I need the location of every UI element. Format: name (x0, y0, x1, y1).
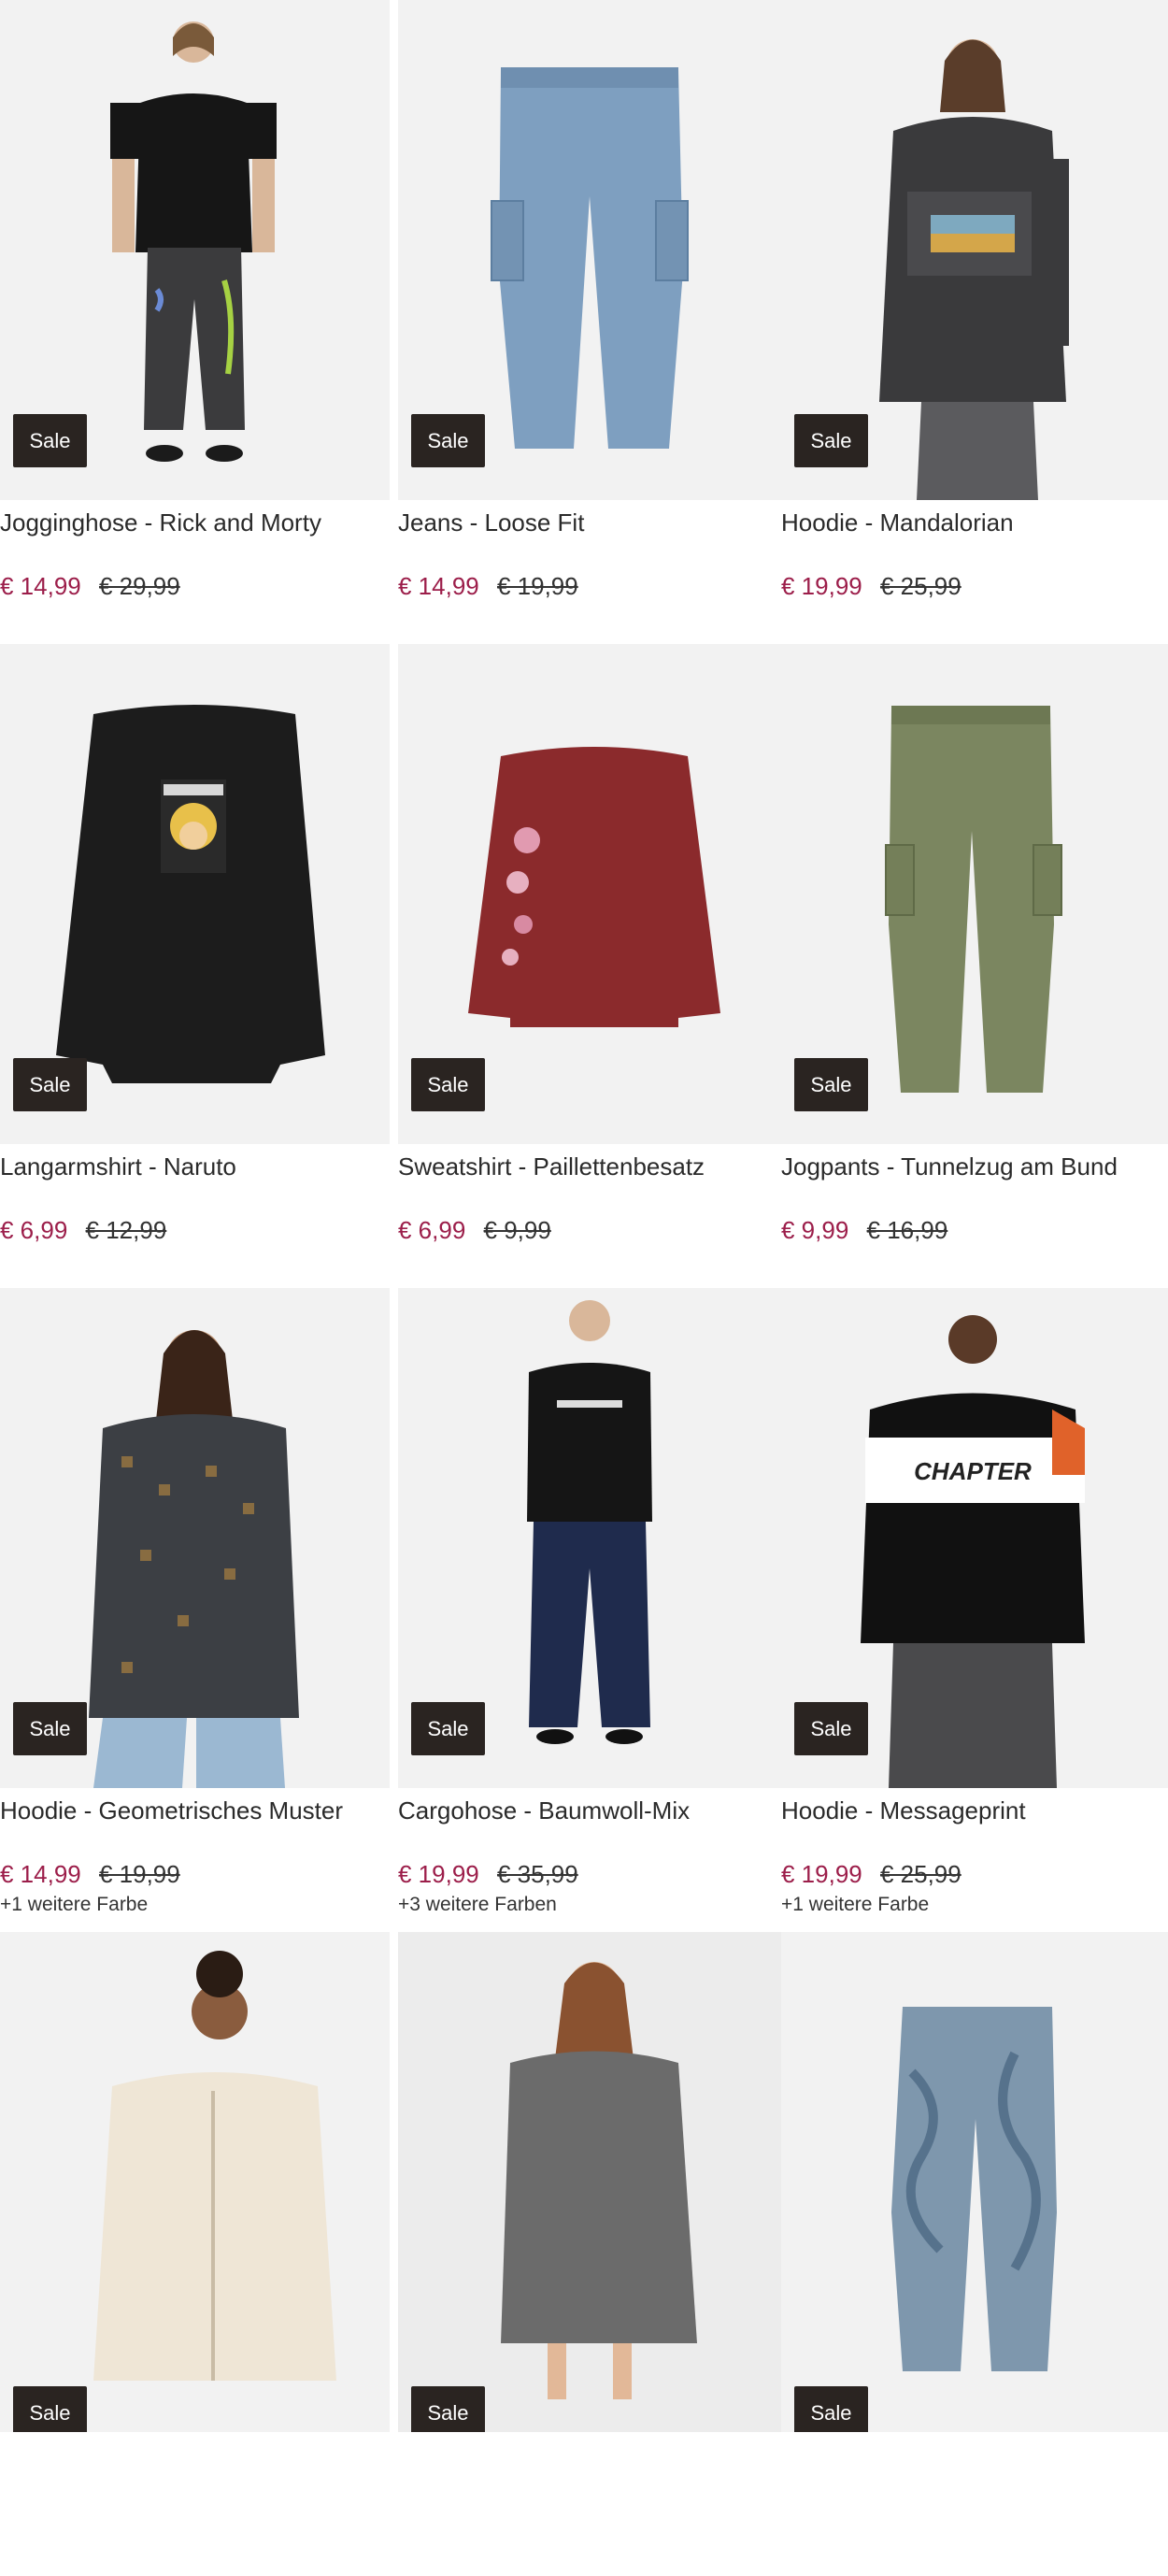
product-image[interactable]: Sale (781, 1932, 1168, 2432)
product-title[interactable]: Cargohose - Baumwoll-Mix (398, 1794, 781, 1827)
original-price: € 25,99 (879, 1860, 961, 1888)
product-card[interactable]: Sale (781, 1932, 1168, 2576)
product-image[interactable]: Sale (781, 0, 1168, 500)
product-card[interactable]: Sale Jogpants - Tunnelzug am Bund € 9,99… (781, 644, 1168, 1288)
sale-badge: Sale (411, 1702, 485, 1755)
original-price: € 25,99 (879, 572, 961, 600)
original-price: € 9,99 (483, 1216, 551, 1244)
product-image[interactable]: Sale (398, 644, 788, 1144)
more-colors[interactable]: +1 weitere Farbe (781, 1893, 1168, 1917)
product-image[interactable]: Sale (781, 644, 1168, 1144)
sale-price: € 14,99 (398, 572, 479, 600)
sale-badge: Sale (411, 2386, 485, 2432)
product-title[interactable]: Sweatshirt - Paillettenbesatz (398, 1150, 781, 1183)
sale-badge: Sale (794, 2386, 868, 2432)
more-colors[interactable]: +3 weitere Farben (398, 1893, 781, 1917)
product-card[interactable]: Sale Jeans - Loose Fit € 14,99 € 19,99 (390, 0, 788, 644)
product-image[interactable]: Sale (0, 1288, 390, 1788)
svg-text:CHAPTER: CHAPTER (914, 1457, 1032, 1485)
product-title[interactable]: Langarmshirt - Naruto (0, 1150, 390, 1183)
sale-price: € 19,99 (781, 1860, 862, 1888)
sale-badge: Sale (13, 414, 87, 467)
sale-price: € 6,99 (0, 1216, 68, 1244)
product-title[interactable]: Hoodie - Mandalorian (781, 506, 1168, 539)
more-colors[interactable]: +1 weitere Farbe (0, 1893, 390, 1917)
product-card[interactable]: Sale Hoodie - Mandalorian € 19,99 € 25,9… (781, 0, 1168, 644)
product-card[interactable]: Sale Langarmshirt - Naruto € 6,99 € 12,9… (0, 644, 390, 1288)
original-price: € 19,99 (98, 1860, 180, 1888)
product-image[interactable]: Sale (398, 1288, 788, 1788)
product-card[interactable]: Sale Hoodie - Geometrisches Muster € 14,… (0, 1288, 390, 1932)
product-image[interactable]: CHAPTER Sale (781, 1288, 1168, 1788)
product-image[interactable]: Sale (398, 0, 788, 500)
product-image[interactable]: Sale (0, 644, 390, 1144)
product-card[interactable]: Sale (390, 1932, 788, 2576)
sale-price: € 14,99 (0, 572, 81, 600)
sale-price: € 9,99 (781, 1216, 849, 1244)
product-title[interactable]: Jogpants - Tunnelzug am Bund (781, 1150, 1168, 1183)
product-card[interactable]: CHAPTER Sale Hoodie - Messageprint € 19,… (781, 1288, 1168, 1932)
product-image[interactable]: Sale (0, 1932, 390, 2432)
product-card[interactable]: Sale (0, 1932, 390, 2576)
sale-price: € 6,99 (398, 1216, 466, 1244)
product-grid: Sale Jogginghose - Rick and Morty € 14,9… (0, 0, 1168, 2576)
original-price: € 16,99 (866, 1216, 948, 1244)
product-card[interactable]: Sale Sweatshirt - Paillettenbesatz € 6,9… (390, 644, 788, 1288)
product-title[interactable]: Jogginghose - Rick and Morty (0, 506, 390, 539)
sale-badge: Sale (411, 1058, 485, 1111)
sale-badge: Sale (794, 414, 868, 467)
sale-badge: Sale (794, 1702, 868, 1755)
sale-badge: Sale (13, 1058, 87, 1111)
sale-badge: Sale (13, 1702, 87, 1755)
product-title[interactable]: Hoodie - Messageprint (781, 1794, 1168, 1827)
original-price: € 35,99 (496, 1860, 578, 1888)
sale-price: € 14,99 (0, 1860, 81, 1888)
sale-price: € 19,99 (398, 1860, 479, 1888)
sale-badge: Sale (13, 2386, 87, 2432)
product-card[interactable]: Sale Cargohose - Baumwoll-Mix € 19,99 € … (390, 1288, 788, 1932)
product-card[interactable]: Sale Jogginghose - Rick and Morty € 14,9… (0, 0, 390, 644)
sale-badge: Sale (411, 414, 485, 467)
product-image[interactable]: Sale (0, 0, 390, 500)
original-price: € 29,99 (98, 572, 180, 600)
sale-price: € 19,99 (781, 572, 862, 600)
original-price: € 19,99 (496, 572, 578, 600)
sale-badge: Sale (794, 1058, 868, 1111)
original-price: € 12,99 (85, 1216, 167, 1244)
product-title[interactable]: Jeans - Loose Fit (398, 506, 781, 539)
product-title[interactable]: Hoodie - Geometrisches Muster (0, 1794, 390, 1827)
product-image[interactable]: Sale (398, 1932, 788, 2432)
